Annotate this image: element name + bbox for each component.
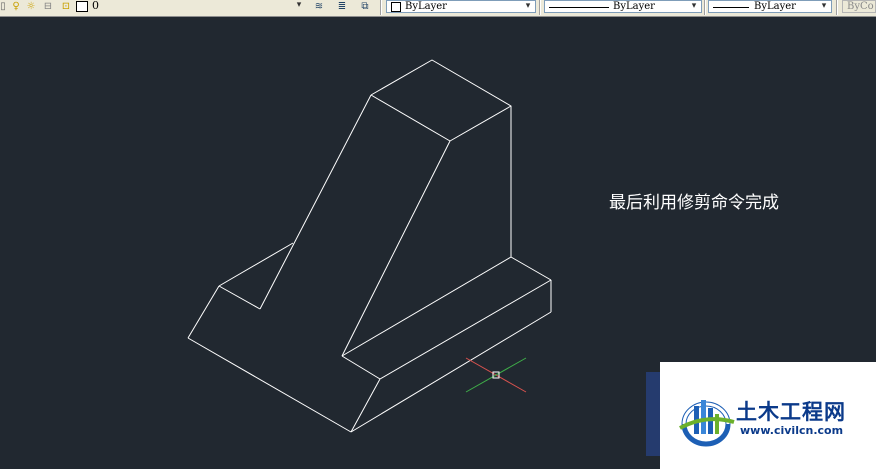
left-front-vertical <box>187 285 220 339</box>
sun-freeze-icon[interactable]: ☼ <box>24 1 38 12</box>
crosshair-cursor <box>465 357 527 393</box>
plotstyle-value: ByCo <box>847 1 874 12</box>
layer-combo[interactable]: ▾ <box>90 0 306 13</box>
lock-icon[interactable]: ⊡ <box>60 1 72 12</box>
base-bottom-edge <box>350 311 552 433</box>
left-bottom-edge <box>187 337 352 433</box>
lineweight-control[interactable]: ByLayer ▾ <box>708 0 832 13</box>
color-swatch-icon <box>391 2 401 12</box>
base-front-edge <box>350 378 381 433</box>
base-top-right-edge <box>510 256 552 281</box>
chevron-down-icon[interactable]: ▾ <box>523 1 533 12</box>
linetype-control[interactable]: ByLayer ▾ <box>544 0 702 13</box>
lineweight-value: ByLayer <box>754 1 796 12</box>
chevron-down-icon[interactable]: ▾ <box>689 1 699 12</box>
layer-previous-icon[interactable]: ≣ <box>334 1 350 12</box>
layer-color-icon[interactable] <box>76 1 88 12</box>
layer-state-icon[interactable]: ▯ <box>0 1 6 12</box>
slope-front-edge <box>341 140 451 357</box>
annotation-text: 最后利用修剪命令完成 <box>609 193 779 213</box>
color-value: ByLayer <box>405 1 447 12</box>
left-back-edge <box>218 242 294 287</box>
plotstyle-control[interactable]: ByCo <box>842 0 876 13</box>
bulb-icon[interactable]: ♀ <box>10 1 22 12</box>
properties-toolbar: ▯ ♀ ☼ ⊟ ⊡ 0 ▾ ≋ ≣ ⧉ ByLayer ▾ ByLayer ▾ … <box>0 0 876 17</box>
watermark-title: 土木工程网 <box>736 400 846 424</box>
linetype-sample <box>549 7 609 8</box>
layer-match-icon[interactable]: ⧉ <box>356 1 374 12</box>
viewport-freeze-icon[interactable]: ⊟ <box>40 1 56 12</box>
base-front-top-edge <box>379 279 552 380</box>
linetype-value: ByLayer <box>613 1 655 12</box>
watermark: 土木工程网 www.civilcn.com <box>660 362 876 469</box>
top-face <box>370 59 512 142</box>
color-control[interactable]: ByLayer ▾ <box>386 0 536 13</box>
make-current-icon[interactable]: ≋ <box>310 1 328 12</box>
chevron-down-icon[interactable]: ▾ <box>819 1 829 12</box>
watermark-url: www.civilcn.com <box>740 424 844 437</box>
left-step-edge <box>218 285 261 310</box>
lineweight-sample <box>713 7 749 8</box>
base-top-inner-edge <box>341 355 381 380</box>
slope-back-edge <box>259 94 372 310</box>
chevron-down-icon[interactable]: ▾ <box>294 0 304 11</box>
